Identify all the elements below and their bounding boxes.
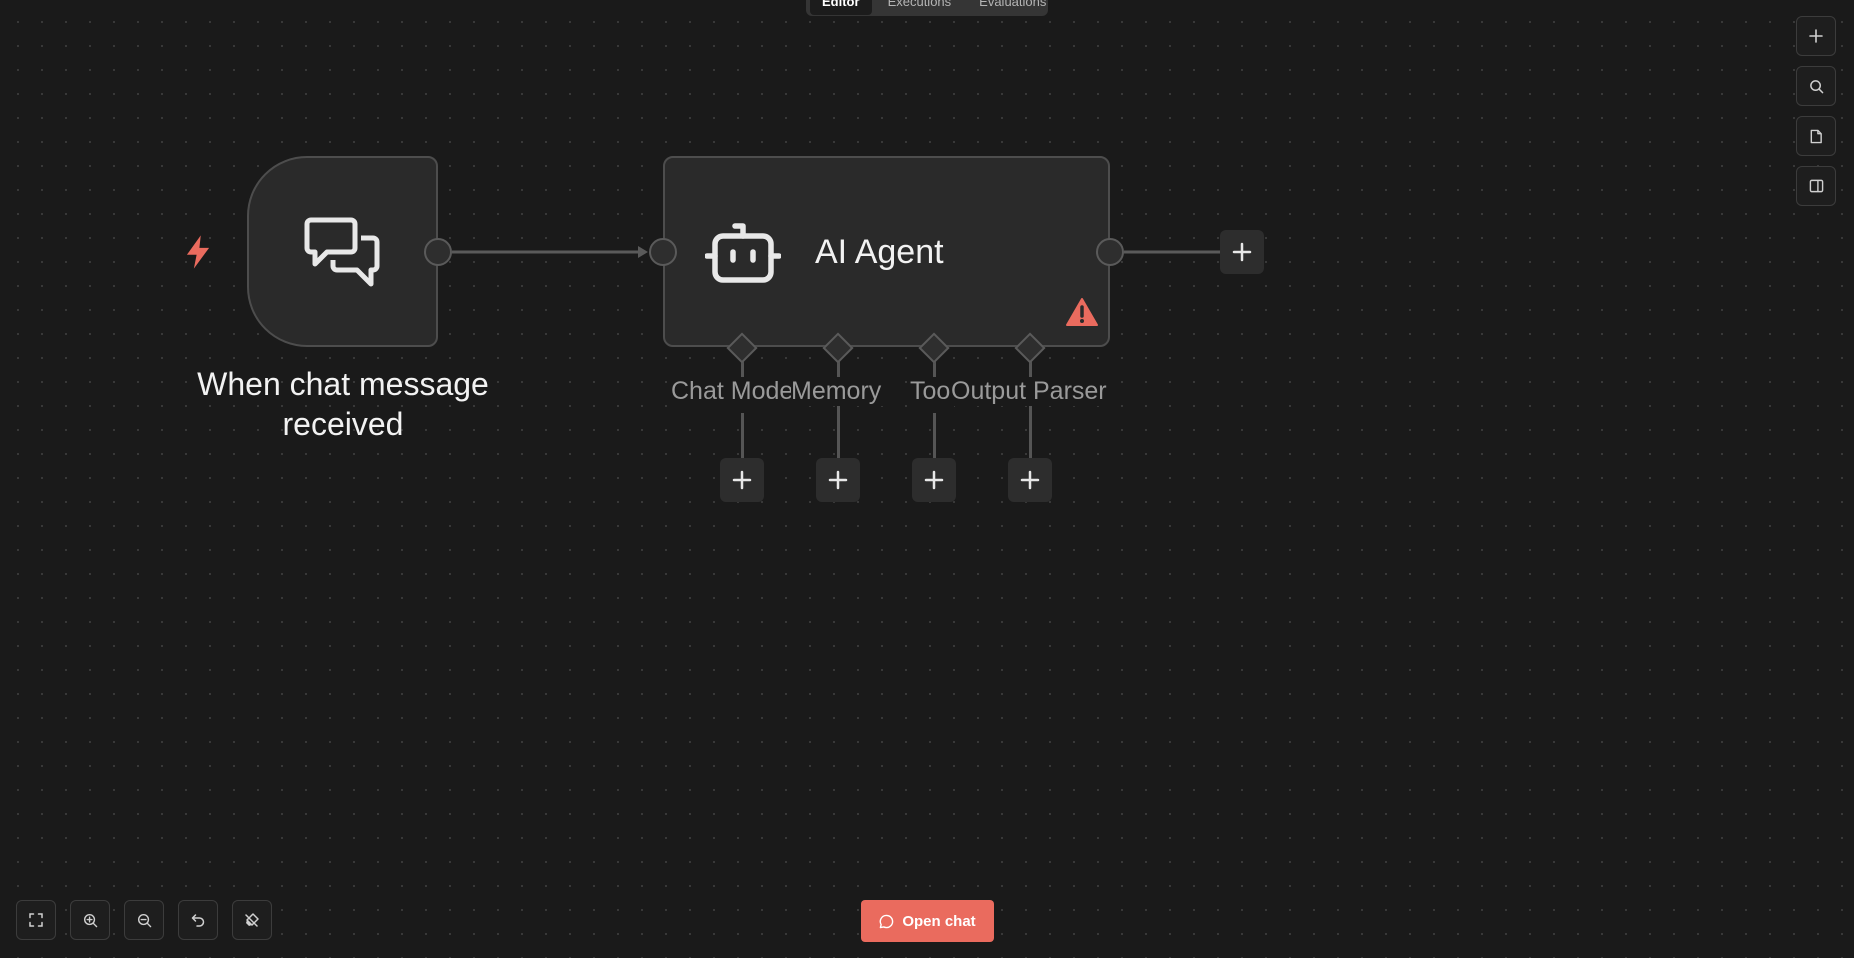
ai-agent-title: AI Agent	[815, 233, 944, 271]
add-memory-button[interactable]	[816, 458, 860, 502]
output-parser-label-wrap: Output Parser	[951, 377, 1109, 406]
tidy-up-button[interactable]	[232, 900, 272, 940]
memory-label: Memory	[791, 377, 882, 405]
zoom-out-icon	[137, 913, 151, 927]
memory-label-wrap: Memory	[791, 377, 884, 406]
warning-triangle-icon[interactable]	[1065, 297, 1099, 327]
undo-icon	[191, 914, 205, 927]
open-chat-button[interactable]: Open chat	[861, 900, 994, 942]
fit-view-button[interactable]	[16, 900, 56, 940]
chat-model-label: Chat Model	[671, 377, 793, 405]
trigger-node[interactable]	[247, 156, 438, 347]
zoom-out-button[interactable]	[124, 900, 164, 940]
chat-bubble-icon	[879, 914, 894, 928]
add-next-node-button[interactable]	[1220, 230, 1264, 274]
tidy-up-icon	[245, 913, 259, 927]
plus-icon	[828, 470, 848, 490]
tool-label: Tool	[910, 377, 954, 405]
zoom-in-icon	[83, 913, 97, 927]
fit-view-icon	[29, 913, 43, 927]
agent-output-handle[interactable]	[1096, 238, 1124, 266]
add-tool-button[interactable]	[912, 458, 956, 502]
plus-icon	[1020, 470, 1040, 490]
undo-button[interactable]	[178, 900, 218, 940]
connection-arrowhead	[638, 246, 648, 258]
add-chat-model-button[interactable]	[720, 458, 764, 502]
plus-icon	[732, 470, 752, 490]
lightning-icon	[186, 235, 210, 269]
trigger-output-handle[interactable]	[424, 238, 452, 266]
ai-agent-node[interactable]: AI Agent	[663, 156, 1110, 347]
chat-model-label-clip: Chat Model	[671, 377, 793, 413]
chat-bubbles-icon	[304, 217, 379, 286]
add-output-parser-button[interactable]	[1008, 458, 1052, 502]
output-parser-label: Output Parser	[951, 377, 1107, 405]
tool-label-clip: Tool	[910, 377, 954, 413]
plus-icon	[924, 470, 944, 490]
zoom-in-button[interactable]	[70, 900, 110, 940]
trigger-node-label: When chat message received	[197, 366, 489, 442]
open-chat-label: Open chat	[902, 912, 976, 930]
agent-input-handle[interactable]	[649, 238, 677, 266]
robot-icon	[705, 223, 781, 283]
plus-icon	[1232, 242, 1252, 262]
